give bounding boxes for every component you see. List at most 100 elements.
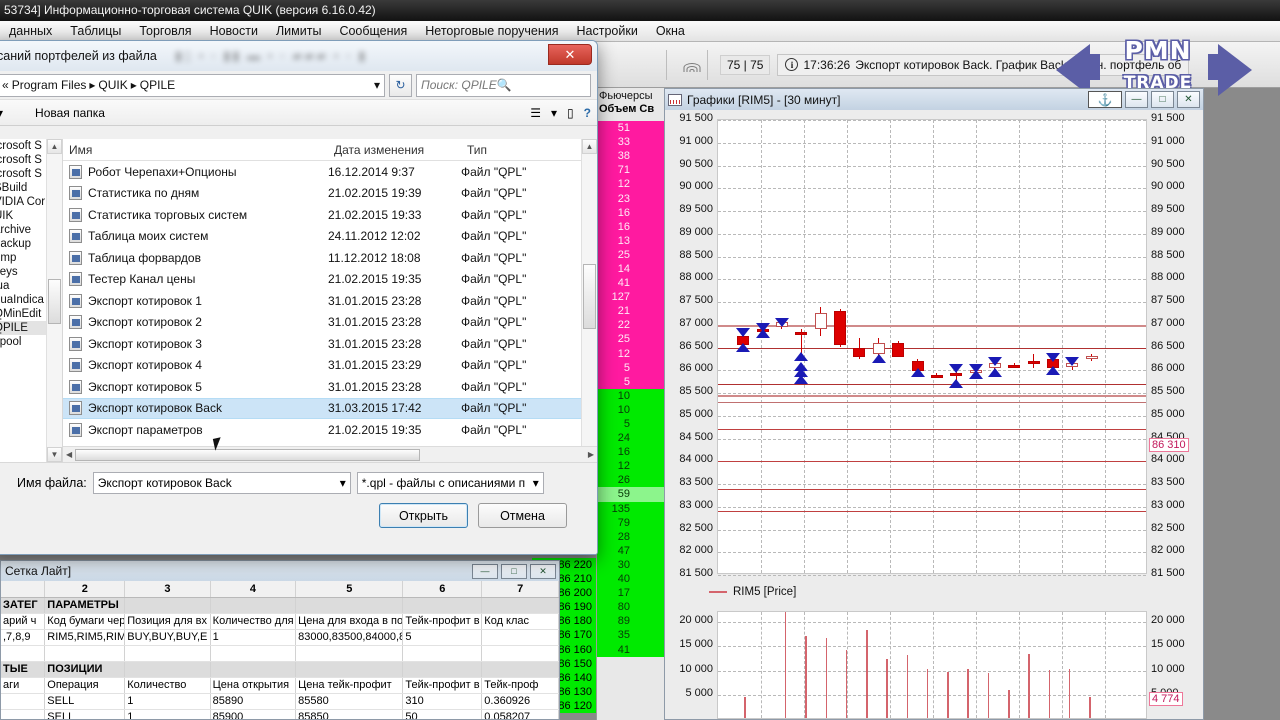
orderbook-sell-row[interactable]: 25 [597,332,664,347]
orderbook-rows[interactable]: 51 33 38 71 12 23 16 16 13 25 14 41 127 21 22 25 12 5 5 10 1… [597,121,664,720]
tree-scrollbar[interactable]: ▲ ▼ [46,139,62,462]
menu-item-messages[interactable]: Сообщения [330,21,416,41]
scroll-up-arrow[interactable]: ▲ [582,139,597,154]
menu-item-tables[interactable]: Таблицы [61,21,130,41]
orderbook-sell-row[interactable]: 12 [597,346,664,361]
tree-scroll-up-arrow[interactable]: ▲ [47,139,62,154]
orderbook-buy-row[interactable]: 59 [597,487,664,502]
dialog-close-button[interactable]: ✕ [548,44,592,65]
orderbook-sell-row[interactable]: 23 [597,191,664,206]
filename-input[interactable]: Экспорт котировок Back ▾ [92,472,351,494]
grid-row-params[interactable]: ,7,8,9 RIM5,RIM5,RIM! BUY,BUY,BUY,E 1 83… [1,629,559,646]
orderbook-sell-row[interactable]: 5 [597,374,664,389]
quik-menu-bar[interactable]: данных Таблицы Торговля Новости Лимиты С… [0,21,1280,42]
chevron-down-icon-view[interactable]: ▾ [551,106,557,120]
file-row[interactable]: Экспорт котировок 2 31.01.2015 23:28 Файл … [63,312,597,334]
charts-window[interactable]: Графики [RIM5] - [30 минут] ⚓ — □ ✕ 91 5… [664,88,1204,720]
file-row[interactable]: Экспорт котировок 3 31.01.2015 23:28 Файл … [63,333,597,355]
orderbook-buy-row[interactable]: 47 [597,543,664,558]
grid-maximize-button[interactable]: □ [501,563,527,579]
status-message-box[interactable]: i 17:36:26 Экспорт котировок Back. Графи… [777,53,1190,76]
orderbook-buy-row[interactable]: 26 [597,473,664,488]
file-row[interactable]: Тестер Канал цены 21.02.2015 19:35 Файл "Q… [63,269,597,291]
orderbook-sell-row[interactable]: 41 [597,276,664,291]
file-row[interactable]: Таблица моих систем 24.11.2012 12:02 Файл … [63,226,597,248]
hscroll-left-arrow[interactable]: ◀ [63,450,75,459]
orderbook-buy-row[interactable]: 80 [597,600,664,615]
file-row[interactable]: Таблица форвардов 11.12.2012 18:08 Файл "Q… [63,247,597,269]
column-header-name[interactable]: Имя [63,143,328,157]
orderbook-sell-row[interactable]: 22 [597,318,664,333]
grid-close-button[interactable]: ✕ [530,563,556,579]
file-rows[interactable]: Робот Черепахи+Опционы 16.12.2014 9:37 Фай… [63,161,597,441]
file-list[interactable]: Имя Дата изменения Тип Робот Черепахи+Оп… [63,139,597,462]
orderbook-buy-row[interactable]: 16 [597,445,664,460]
charts-close-button[interactable]: ✕ [1177,91,1200,108]
breadcrumb-quik[interactable]: QUIK [98,78,127,92]
orderbook-buy-row[interactable]: 30 [597,557,664,572]
column-header-type[interactable]: Тип [461,143,581,157]
file-row[interactable]: Статистика торговых систем 21.02.2015 19:… [63,204,597,226]
charts-minimize-button[interactable]: — [1125,91,1148,108]
preview-pane-icon[interactable]: ▯ [567,106,574,120]
breadcrumb[interactable]: « Program Files ▸ QUIK ▸ QPILE ▾ [0,73,385,97]
orderbook-sell-row[interactable]: 127 [597,290,664,305]
orderbook-buy-row[interactable]: 79 [597,515,664,530]
orderbook-sell-row[interactable]: 16 [597,219,664,234]
orderbook-buy-row[interactable]: 12 [597,459,664,474]
orderbook-buy-row[interactable]: 28 [597,529,664,544]
hscroll-right-arrow[interactable]: ▶ [585,450,597,459]
file-row[interactable]: Экспорт котировок 4 31.01.2015 23:29 Файл … [63,355,597,377]
search-icon[interactable]: 🔍 [497,78,512,92]
menu-item-trade[interactable]: Торговля [130,21,200,41]
orderbook-buy-row[interactable]: 35 [597,628,664,643]
file-row[interactable]: Статистика по дням 21.02.2015 19:39 Файл "… [63,183,597,205]
charts-maximize-button[interactable]: □ [1151,91,1174,108]
orderbook-sell-row[interactable]: 16 [597,205,664,220]
orderbook-buy-row[interactable]: 10 [597,388,664,403]
scroll-thumb[interactable] [583,264,596,329]
breadcrumb-program-files[interactable]: Program Files [12,78,87,92]
menu-item-windows[interactable]: Окна [647,21,694,41]
orderbook-sell-row[interactable]: 13 [597,233,664,248]
filename-chevron-down-icon[interactable]: ▾ [340,476,346,490]
file-row[interactable]: Экспорт параметров 21.02.2015 19:35 Файл "… [63,419,597,441]
orderbook-sell-row[interactable]: 25 [597,247,664,262]
file-type-select[interactable]: *.qpl - файлы с описаниями п ▾ [356,472,544,494]
help-icon[interactable]: ? [584,106,591,120]
open-file-dialog[interactable]: саний портфелей из файла ▮▯ ▪ ▫ ▮▮ ▬ ▪ ▫… [0,40,598,555]
refresh-icon[interactable]: ↻ [389,73,412,97]
orderbook-sell-row[interactable]: 33 [597,135,664,150]
anchor-icon[interactable]: ⚓ [1088,91,1122,108]
grid-minimize-button[interactable]: — [472,563,498,579]
file-row[interactable]: Экспорт котировок 1 31.01.2015 23:28 Файл … [63,290,597,312]
view-list-icon[interactable]: ☰ [530,106,541,120]
dialog-toolbar[interactable]: ▾ Новая папка ☰ ▾ ▯ ? [0,99,597,126]
new-folder-button[interactable]: Новая папка [35,106,105,120]
orderbook-sell-row[interactable]: 21 [597,304,664,319]
price-plot-area[interactable] [717,119,1147,576]
file-row[interactable]: Экспорт котировок 5 31.01.2015 23:28 Файл … [63,376,597,398]
breadcrumb-back-chevron[interactable]: « [2,78,9,92]
search-input[interactable]: Поиск: QPILE 🔍 [416,73,591,97]
orderbook-sell-row[interactable]: 71 [597,163,664,178]
menu-item-nontrade-orders[interactable]: Неторговые поручения [416,21,567,41]
open-button[interactable]: Открыть [379,503,468,528]
orderbook-sell-row[interactable]: 51 [597,121,664,136]
orderbook-buy-row[interactable]: 40 [597,572,664,587]
orderbook-buy-row[interactable]: 24 [597,431,664,446]
volume-plot-area[interactable] [717,611,1147,719]
orderbook-buy-row[interactable]: 5 [597,416,664,432]
grid-sheet[interactable]: 2 3 4 5 6 7 ЗАТЕГ ПАРАМЕТРЫ арий ч Код б… [1,581,559,719]
file-row[interactable]: Экспорт котировок Back 31.03.2015 17:42 Фа… [63,397,597,419]
orderbook-buy-row[interactable]: 89 [597,614,664,629]
file-list-hscrollbar[interactable]: ◀ ▶ [63,446,597,462]
file-row[interactable]: Робот Черепахи+Опционы 16.12.2014 9:37 Фай… [63,161,597,183]
orderbook-buy-row[interactable]: 41 [597,642,664,657]
file-list-scrollbar[interactable]: ▲ ▼ [581,139,597,462]
tree-scroll-down-arrow[interactable]: ▼ [47,447,62,462]
table-row[interactable]: SELL 1 85890 85580 310 0.360926 [1,693,559,710]
dialog-title-bar[interactable]: саний портфелей из файла ▮▯ ▪ ▫ ▮▮ ▬ ▪ ▫… [0,41,597,71]
menu-item-limits[interactable]: Лимиты [267,21,330,41]
column-header-date[interactable]: Дата изменения [328,143,461,157]
